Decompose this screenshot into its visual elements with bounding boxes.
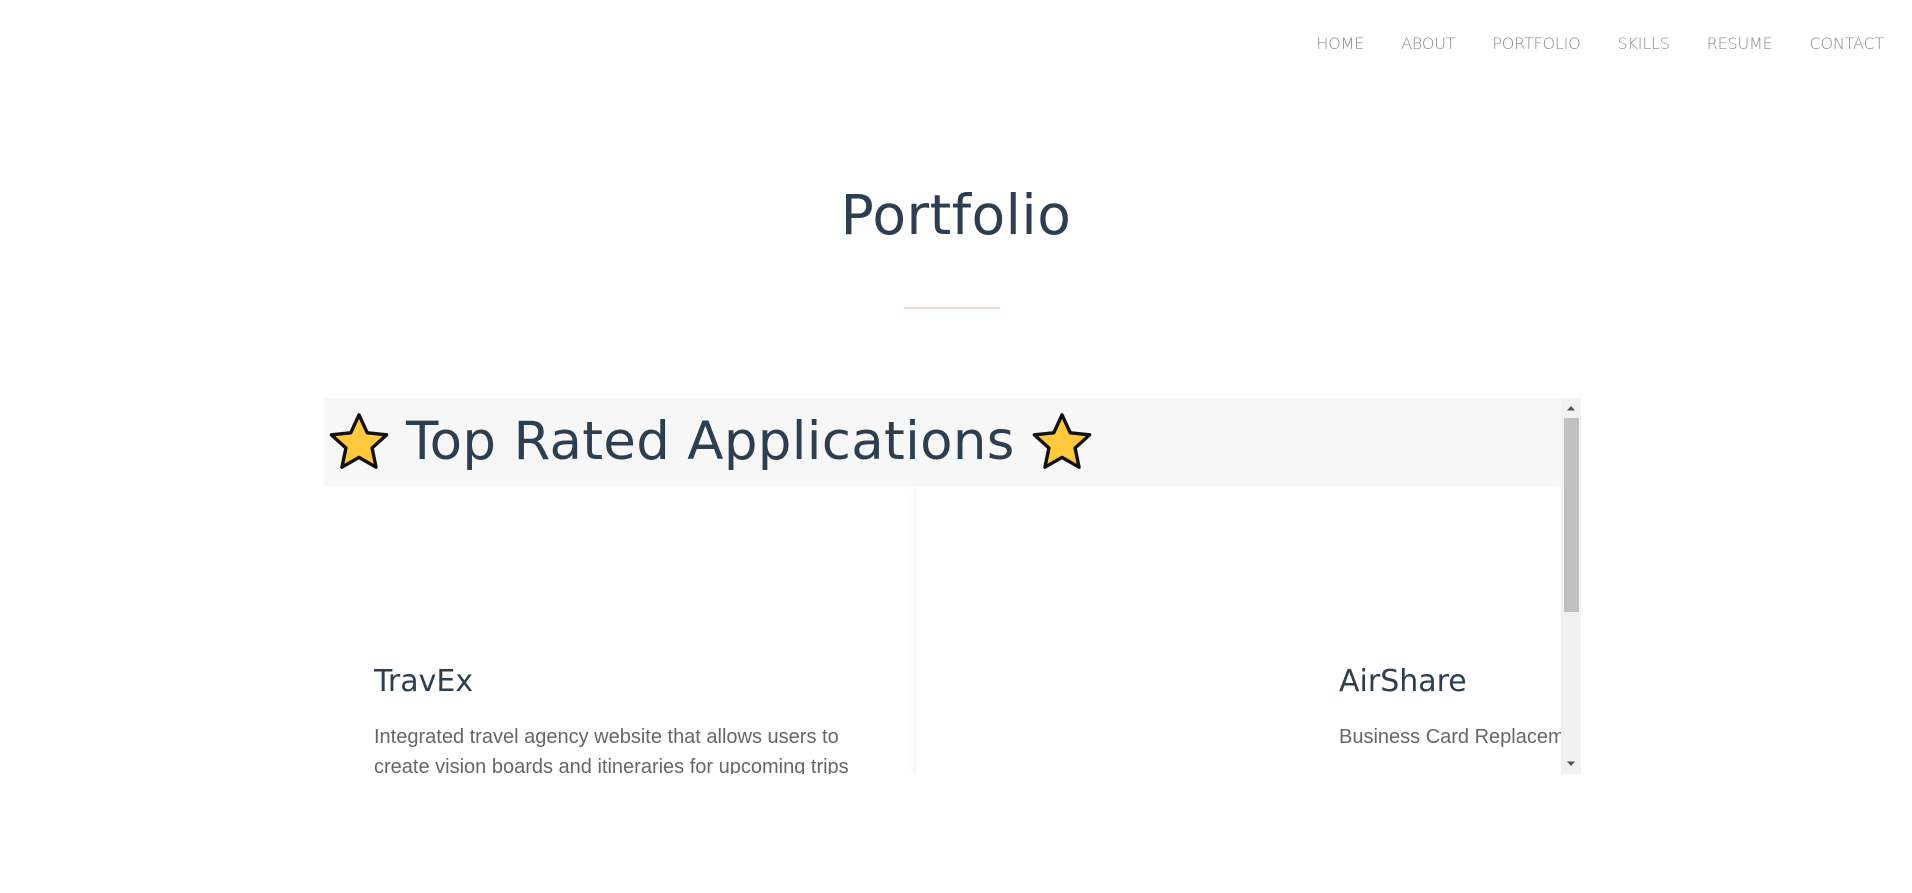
nav-contact-link[interactable]: CONTACT [1810,30,1885,58]
nav-portfolio-link[interactable]: PORTFOLIO [1492,30,1580,58]
scroll-up-arrow-icon[interactable] [1561,400,1581,416]
star-icon [1032,413,1091,469]
scroll-thumb[interactable] [1564,418,1579,612]
main-nav: HOME ABOUT PORTFOLIO SKILLS RESUME CONTA… [1279,30,1884,58]
project-description: Integrated travel agency website that al… [374,726,849,774]
title-divider [904,307,1000,309]
project-name: AirShare [1339,664,1467,699]
page-title: Portfolio [840,183,1072,247]
star-icon [329,413,389,469]
panel-scrollbar[interactable] [1561,398,1581,774]
section-heading: Top Rated Applications [406,411,1015,472]
nav-about-link[interactable]: ABOUT [1401,30,1455,58]
nav-skills-link[interactable]: SKILLS [1618,30,1670,58]
top-rated-panel[interactable]: Top Rated Applications TravEx Integrated… [324,398,1581,774]
section-header: Top Rated Applications [324,398,1561,486]
project-description: Business Card Replacement [1339,726,1581,748]
nav-resume-link[interactable]: RESUME [1707,30,1773,58]
nav-home-link[interactable]: HOME [1316,30,1364,58]
project-card-airshare[interactable]: AirShare Business Card Replacement [916,486,1581,774]
project-card-travex[interactable]: TravEx Integrated travel agency website … [324,486,915,774]
scroll-down-arrow-icon[interactable] [1561,756,1581,772]
project-name: TravEx [374,664,474,699]
